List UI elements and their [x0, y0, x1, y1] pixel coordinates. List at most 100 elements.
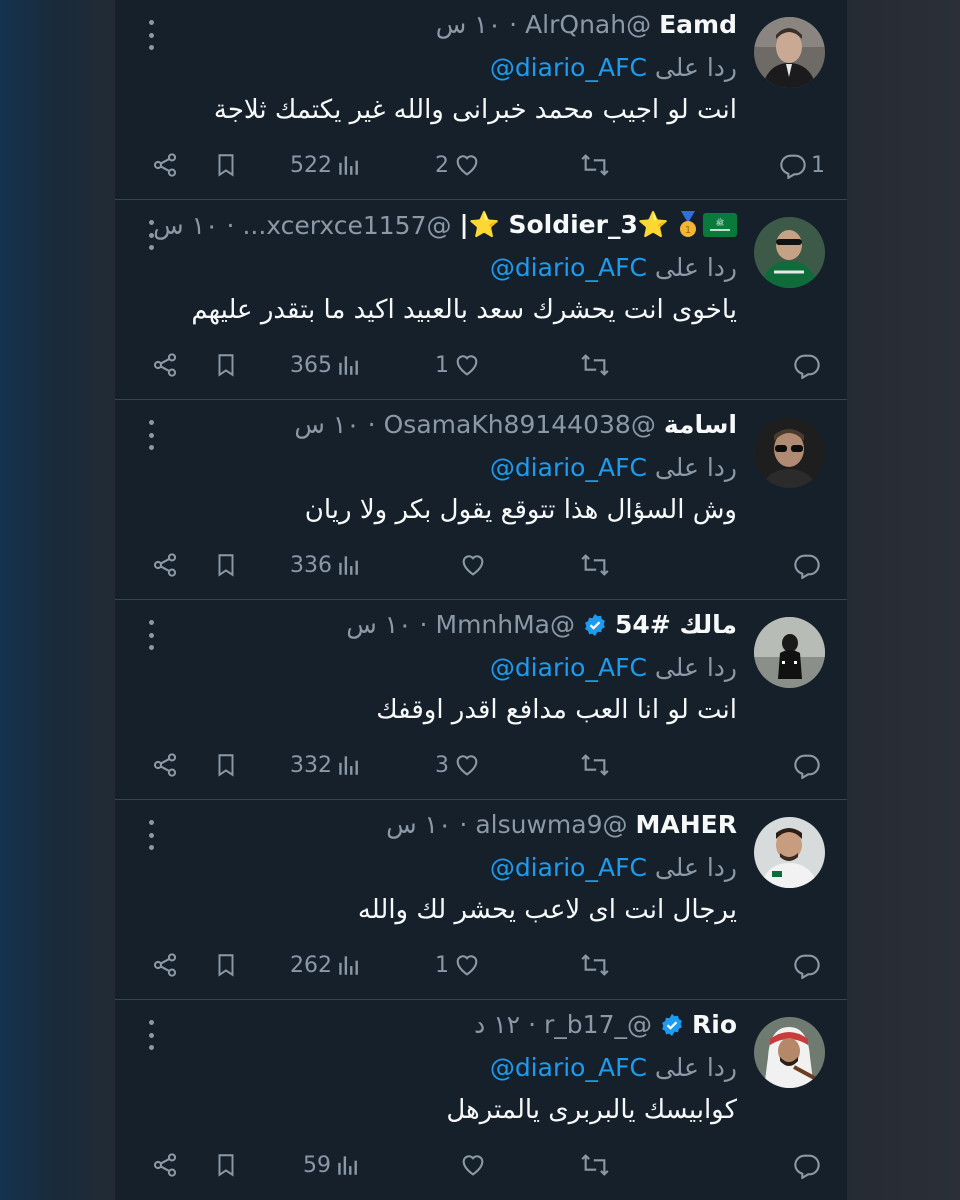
retweet-button[interactable] [579, 943, 615, 987]
share-button[interactable] [151, 343, 179, 387]
views-button[interactable]: 59 [303, 1143, 361, 1187]
tweet-text: وش السؤال هذا تتوقع يقول بكر ولا ريان [304, 495, 737, 525]
retweet-button[interactable] [579, 343, 615, 387]
reply-button[interactable]: 1 [779, 143, 825, 187]
share-button[interactable] [151, 143, 179, 187]
tweet[interactable]: مالك #54 @MmnhMa · ١٠ س ردا على @diario_… [115, 600, 847, 800]
views-button[interactable]: 336 [290, 543, 362, 587]
views-button[interactable]: 332 [290, 743, 362, 787]
like-count: 1 [435, 352, 449, 378]
timestamp[interactable]: ١٠ س [436, 10, 501, 39]
handle[interactable]: @xcerxce1157... [242, 211, 451, 240]
retweet-icon [581, 154, 609, 176]
separator-dot: · [459, 810, 468, 839]
display-name[interactable]: MAHER [636, 810, 737, 839]
more-options-icon[interactable] [141, 620, 161, 650]
separator-dot: · [509, 10, 518, 39]
reply-button[interactable] [793, 343, 825, 387]
share-button[interactable] [151, 943, 179, 987]
like-button[interactable]: 2 [435, 143, 481, 187]
retweet-icon [581, 354, 609, 376]
timestamp[interactable]: ١٠ س [294, 410, 359, 439]
retweet-icon [581, 1154, 609, 1176]
more-options-icon[interactable] [141, 1020, 161, 1050]
more-options-icon[interactable] [141, 220, 161, 250]
tweet[interactable]: Rio @_r_b17 · ١٢ د ردا على @diario_AFC ك… [115, 1000, 847, 1199]
bookmark-icon [218, 354, 234, 377]
display-name[interactable]: Eamd [659, 10, 737, 39]
reply-button[interactable] [793, 1143, 825, 1187]
retweet-button[interactable] [579, 743, 615, 787]
avatar[interactable] [754, 17, 825, 88]
display-name[interactable]: ⭐Soldier_3 ⭐| [459, 210, 669, 240]
reply-mention-link[interactable]: @diario_AFC [490, 253, 647, 282]
views-button[interactable]: 522 [290, 143, 362, 187]
bookmark-icon [218, 554, 234, 577]
share-button[interactable] [151, 543, 179, 587]
bar-chart-icon [339, 956, 358, 975]
handle[interactable]: @MmnhMa [436, 610, 576, 639]
retweet-button[interactable] [579, 143, 615, 187]
bookmark-button[interactable] [213, 543, 239, 587]
tweet-text: يرجال انت اى لاعب يحشر لك والله [357, 895, 737, 925]
tweet[interactable]: MAHER @alsuwma9 · ١٠ س ردا على @diario_A… [115, 800, 847, 1000]
reply-mention-link[interactable]: @diario_AFC [490, 53, 647, 82]
reply-button[interactable] [793, 743, 825, 787]
share-button[interactable] [151, 743, 179, 787]
like-button[interactable]: 1 [435, 943, 481, 987]
bookmark-button[interactable] [213, 943, 239, 987]
reply-mention-link[interactable]: @diario_AFC [490, 853, 647, 882]
reply-mention-link[interactable]: @diario_AFC [490, 453, 647, 482]
avatar[interactable] [754, 417, 825, 488]
handle[interactable]: @_r_b17 [544, 1010, 652, 1039]
reply-button[interactable] [793, 943, 825, 987]
like-count: 2 [435, 152, 449, 178]
reply-context: ردا على @diario_AFC [490, 853, 737, 882]
reply-label: ردا على [654, 453, 737, 482]
name-emojis: ﷺ 1 [677, 211, 737, 239]
reply-button[interactable] [793, 543, 825, 587]
handle[interactable]: @AlrQnah [525, 10, 651, 39]
bookmark-button[interactable] [213, 343, 239, 387]
more-options-icon[interactable] [141, 20, 161, 50]
timestamp[interactable]: ١٠ س [153, 211, 218, 240]
timestamp[interactable]: ١٠ س [346, 610, 411, 639]
avatar[interactable] [754, 1017, 825, 1088]
bookmark-button[interactable] [213, 1143, 239, 1187]
bookmark-button[interactable] [213, 143, 239, 187]
separator-dot: · [367, 410, 376, 439]
retweet-icon [581, 554, 609, 576]
views-button[interactable]: 365 [290, 343, 362, 387]
timestamp[interactable]: ١٠ س [386, 810, 451, 839]
avatar[interactable] [754, 217, 825, 288]
like-button[interactable]: 1 [435, 343, 481, 387]
heart-icon [456, 355, 478, 376]
separator-dot: · [419, 610, 428, 639]
reply-mention-link[interactable]: @diario_AFC [490, 653, 647, 682]
handle[interactable]: @alsuwma9 [475, 810, 627, 839]
display-name[interactable]: مالك #54 [615, 610, 737, 639]
tweet[interactable]: ﷺ 1 ⭐Soldier_3 ⭐| @xcerxce1157... · ١٠ س… [115, 200, 847, 400]
tweet[interactable]: Eamd @AlrQnah · ١٠ س ردا على @diario_AFC… [115, 0, 847, 200]
bookmark-button[interactable] [213, 743, 239, 787]
more-options-icon[interactable] [141, 420, 161, 450]
avatar[interactable] [754, 817, 825, 888]
views-button[interactable]: 262 [290, 943, 362, 987]
retweet-button[interactable] [579, 1143, 615, 1187]
like-button[interactable] [455, 1143, 487, 1187]
retweet-button[interactable] [579, 543, 615, 587]
view-count: 365 [290, 352, 332, 378]
reply-mention-link[interactable]: @diario_AFC [490, 1053, 647, 1082]
share-button[interactable] [151, 1143, 179, 1187]
display-name[interactable]: اسامة [664, 410, 737, 439]
like-button[interactable] [455, 543, 487, 587]
reply-feed: Eamd @AlrQnah · ١٠ س ردا على @diario_AFC… [115, 0, 847, 1200]
handle[interactable]: @OsamaKh89144038 [384, 410, 656, 439]
display-name[interactable]: Rio [692, 1010, 737, 1039]
tweet[interactable]: اسامة @OsamaKh89144038 · ١٠ س ردا على @d… [115, 400, 847, 600]
avatar[interactable] [754, 617, 825, 688]
view-count: 262 [290, 952, 332, 978]
timestamp[interactable]: ١٢ د [474, 1010, 520, 1039]
more-options-icon[interactable] [141, 820, 161, 850]
like-button[interactable]: 3 [435, 743, 481, 787]
